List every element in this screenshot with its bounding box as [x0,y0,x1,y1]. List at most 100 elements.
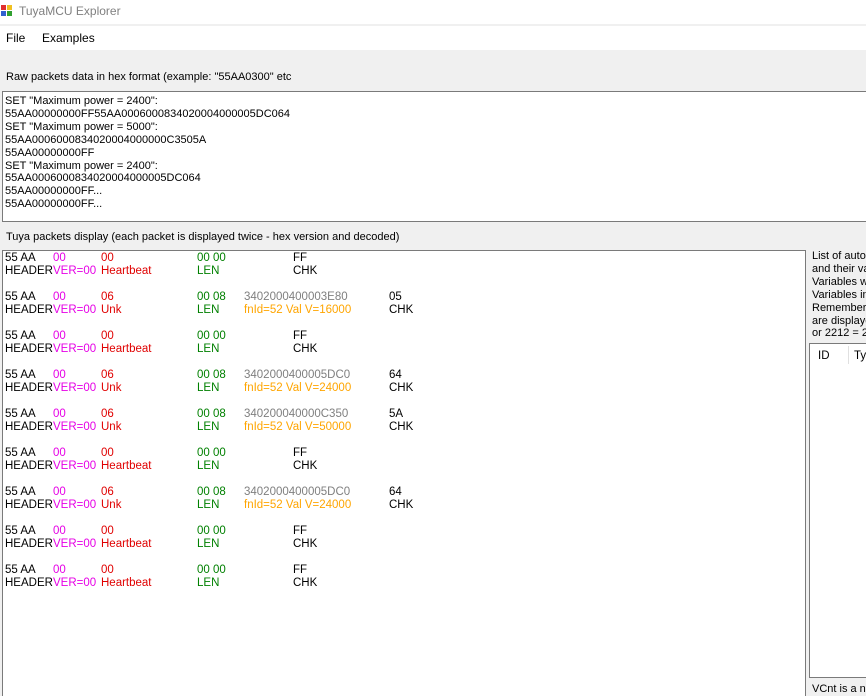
packet-item: 55 AA HEADER 00 VER=00 00 Heartbeat 00 00 LEN FF… [3,251,803,277]
packet-header-decoded: HEADER [5,343,53,355]
packet-length-decoded: LEN [197,382,220,394]
packet-checksum-hex: FF [293,447,308,459]
variables-note: VCnt is a nu [812,683,866,695]
packet-version-hex: 00 [53,447,66,459]
packet-checksum-hex: FF [293,525,308,537]
packet-command-hex: 06 [101,291,114,303]
packet-version-hex: 00 [53,369,66,381]
packet-version-decoded: VER=00 [53,265,97,277]
packet-version-decoded: VER=00 [53,577,97,589]
packet-command-hex: 06 [101,369,114,381]
help-line: and their va [812,262,866,275]
packet-version-decoded: VER=00 [53,343,97,355]
packet-command-hex: 00 [101,252,114,264]
packet-command-hex: 06 [101,408,114,420]
packet-command-decoded: Heartbeat [101,538,152,550]
packet-length-hex: 00 00 [197,447,226,459]
packet-version-hex: 00 [53,486,66,498]
column-header-id[interactable]: ID [818,350,830,362]
packet-version-decoded: VER=00 [53,538,97,550]
packet-payload-hex: 3402000400005DC0 [244,486,351,498]
packet-checksum-hex: FF [293,252,308,264]
menu-bar: File Examples [0,26,866,50]
packet-command-decoded: Heartbeat [101,460,152,472]
packet-command-decoded: Unk [101,499,122,511]
help-line: Variables in [812,288,866,301]
packet-checksum-decoded: CHK [293,460,318,472]
packet-item: 55 AA HEADER 00 VER=00 00 Heartbeat 00 00 LEN FF… [3,563,803,589]
packet-header-hex: 55 AA [5,447,36,459]
packet-checksum-decoded: CHK [389,304,414,316]
packet-command-decoded: Unk [101,304,122,316]
packet-checksum-decoded: CHK [293,343,318,355]
help-line: List of autom [812,250,866,262]
packet-header-decoded: HEADER [5,304,53,316]
packet-payload-hex: 340200040000C350 [244,408,349,420]
app-icon [1,5,13,17]
packet-length-hex: 00 08 [197,486,226,498]
packet-item: 55 AA HEADER 00 VER=00 00 Heartbeat 00 00 LEN FF… [3,329,803,355]
packet-checksum-hex: FF [293,564,308,576]
menu-file[interactable]: File [6,31,25,45]
packet-version-decoded: VER=00 [53,304,97,316]
raw-packets-textarea[interactable]: SET "Maximum power = 2400": 55AA00000000… [2,91,866,222]
packet-header-decoded: HEADER [5,382,53,394]
packet-version-decoded: VER=00 [53,460,97,472]
packet-command-hex: 00 [101,447,114,459]
packet-header-decoded: HEADER [5,577,53,589]
column-divider [848,346,849,364]
packet-payload-hex: 3402000400005DC0 [244,369,351,381]
packet-version-hex: 00 [53,525,66,537]
menu-examples[interactable]: Examples [42,31,95,45]
packet-payload-decoded: fnId=52 Val V=50000 [244,421,352,433]
packet-length-hex: 00 00 [197,525,226,537]
packet-length-decoded: LEN [197,343,220,355]
packet-header-decoded: HEADER [5,460,53,472]
packet-version-hex: 00 [53,252,66,264]
packet-header-hex: 55 AA [5,369,36,381]
packet-checksum-decoded: CHK [293,538,318,550]
packet-length-decoded: LEN [197,538,220,550]
column-header-type[interactable]: Ty [854,350,866,362]
packet-version-hex: 00 [53,408,66,420]
packet-checksum-decoded: CHK [389,421,414,433]
help-line: or 2212 = 2 [812,327,866,340]
variables-list[interactable]: ID Ty [809,343,866,678]
packet-command-decoded: Heartbeat [101,265,152,277]
packet-header-decoded: HEADER [5,538,53,550]
packet-item: 55 AA HEADER 00 VER=00 00 Heartbeat 00 00 LEN FF… [3,446,803,472]
packet-item: 55 AA HEADER 00 VER=00 06 Unk 00 08 LEN 34020004… [3,290,803,316]
packet-command-hex: 06 [101,486,114,498]
packet-payload-decoded: fnId=52 Val V=24000 [244,382,352,394]
packet-length-hex: 00 00 [197,330,226,342]
packet-checksum-decoded: CHK [293,265,318,277]
packet-checksum-hex: 64 [389,486,402,498]
packet-length-hex: 00 00 [197,252,226,264]
packet-item: 55 AA HEADER 00 VER=00 00 Heartbeat 00 00 LEN FF… [3,524,803,550]
variables-help-text: List of automand their vaVariables wiVar… [812,250,866,342]
packet-length-decoded: LEN [197,460,220,472]
packet-header-hex: 55 AA [5,564,36,576]
packet-header-hex: 55 AA [5,525,36,537]
packet-length-decoded: LEN [197,421,220,433]
packet-header-hex: 55 AA [5,408,36,420]
raw-packets-label: Raw packets data in hex format (example:… [6,71,292,83]
packet-checksum-hex: 05 [389,291,402,303]
window-title: TuyaMCU Explorer [19,4,121,18]
packet-command-hex: 00 [101,330,114,342]
packet-length-decoded: LEN [197,265,220,277]
packet-header-hex: 55 AA [5,486,36,498]
help-line: are displaye [812,314,866,327]
packet-length-hex: 00 08 [197,369,226,381]
help-line: Remember [812,301,866,314]
title-bar: TuyaMCU Explorer [0,0,866,24]
packet-header-hex: 55 AA [5,330,36,342]
packet-checksum-hex: 64 [389,369,402,381]
packet-version-hex: 00 [53,564,66,576]
packet-item: 55 AA HEADER 00 VER=00 06 Unk 00 08 LEN 34020004… [3,407,803,433]
packet-version-decoded: VER=00 [53,421,97,433]
packet-command-decoded: Unk [101,382,122,394]
packets-display[interactable]: 55 AA HEADER 00 VER=00 00 Heartbeat 00 00 LEN FF… [2,250,806,696]
packets-display-label: Tuya packets display (each packet is dis… [6,231,400,243]
packet-header-hex: 55 AA [5,291,36,303]
